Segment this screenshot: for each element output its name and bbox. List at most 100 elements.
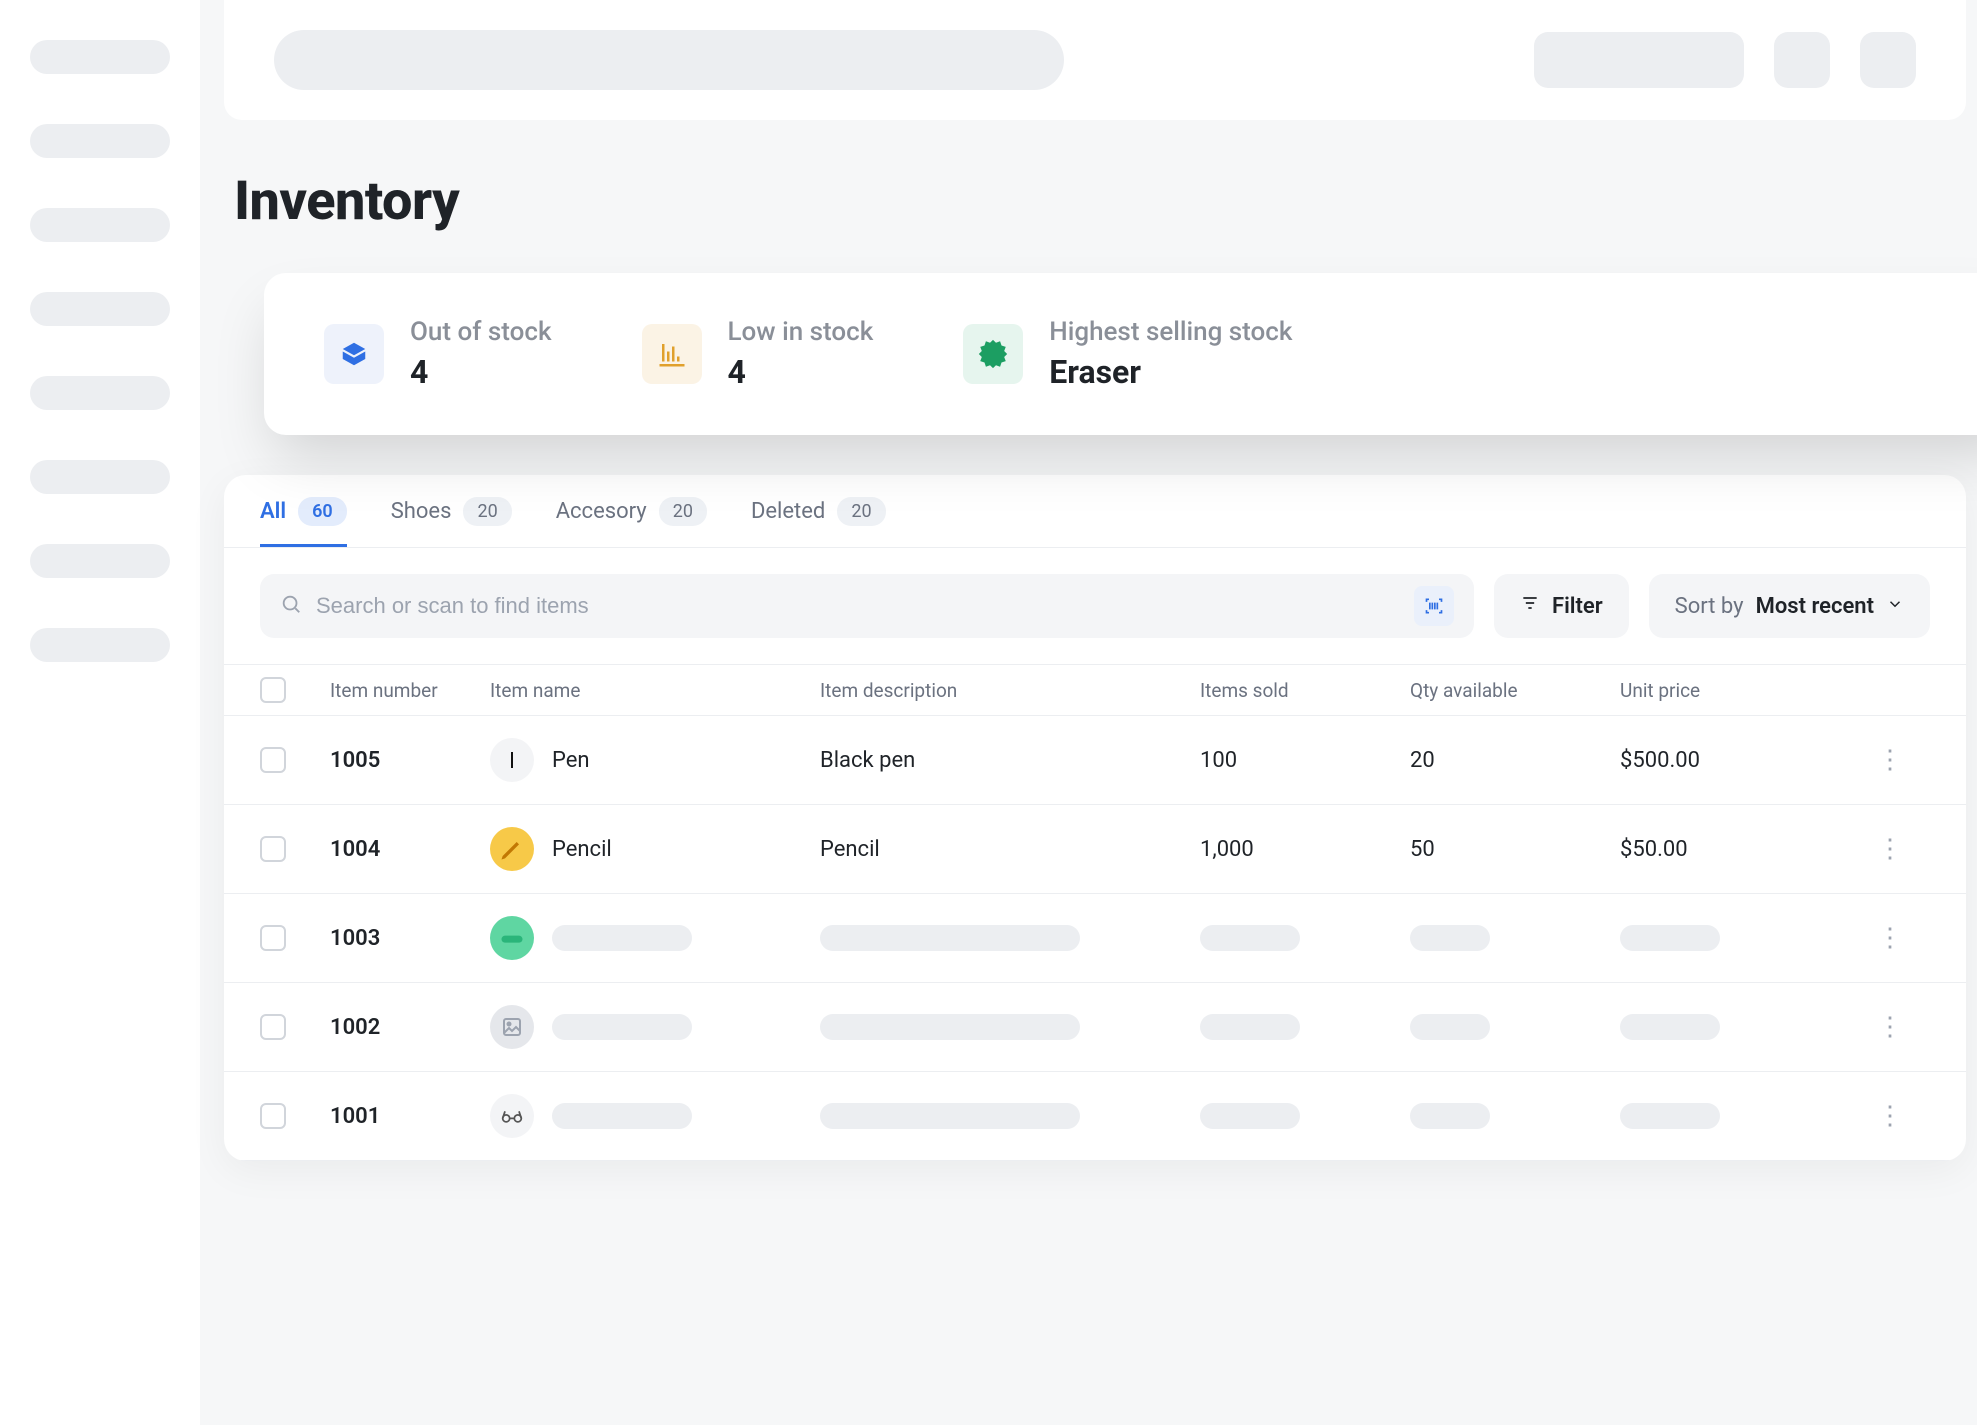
cell-items-sold: 100 [1200, 748, 1400, 773]
hot-badge-icon [963, 324, 1023, 384]
topbar [224, 0, 1966, 120]
filter-icon [1520, 593, 1540, 619]
tab-shoes[interactable]: Shoes 20 [391, 497, 512, 547]
tabs: All 60 Shoes 20 Accesory 20 Deleted 20 [224, 475, 1966, 548]
skeleton [820, 925, 1080, 951]
tab-all[interactable]: All 60 [260, 497, 347, 547]
box-icon [324, 324, 384, 384]
table-row[interactable]: 1001 ⋮ [224, 1072, 1966, 1161]
cell-item-name: Pen [490, 738, 810, 782]
trend-down-icon [642, 324, 702, 384]
cell-item-description [820, 1014, 1190, 1040]
sort-value: Most recent [1756, 594, 1874, 619]
cell-qty-available: 20 [1410, 748, 1610, 773]
item-name-text: Pen [552, 748, 590, 773]
item-thumbnail [490, 827, 534, 871]
filter-label: Filter [1552, 594, 1603, 619]
row-actions-menu[interactable]: ⋮ [1850, 1101, 1930, 1131]
summary-out-of-stock[interactable]: Out of stock 4 [324, 317, 552, 391]
table-row[interactable]: 1003⋮ [224, 894, 1966, 983]
filter-button[interactable]: Filter [1494, 574, 1629, 638]
row-checkbox[interactable] [260, 1103, 286, 1129]
topbar-search-skeleton [274, 30, 1064, 90]
row-checkbox[interactable] [260, 1014, 286, 1040]
cell-qty-available [1410, 1103, 1610, 1129]
row-actions-menu[interactable]: ⋮ [1850, 923, 1930, 953]
cell-items-sold: 1,000 [1200, 837, 1400, 862]
tab-accessory[interactable]: Accesory 20 [556, 497, 707, 547]
cell-unit-price [1620, 925, 1840, 951]
tab-label: All [260, 499, 286, 524]
row-checkbox[interactable] [260, 836, 286, 862]
topbar-icon-skeleton [1860, 32, 1916, 88]
barcode-scan-icon[interactable] [1414, 586, 1454, 626]
skeleton [1410, 925, 1490, 951]
cell-unit-price [1620, 1103, 1840, 1129]
row-actions-menu[interactable]: ⋮ [1850, 745, 1930, 775]
cell-item-number: 1001 [330, 1104, 480, 1129]
search-field-wrap[interactable] [260, 574, 1474, 638]
cell-item-number: 1005 [330, 748, 480, 773]
search-input[interactable] [316, 593, 1400, 619]
app-frame: Inventory Out of stock 4 Low in stock 4 [0, 0, 1977, 1425]
row-checkbox[interactable] [260, 925, 286, 951]
skeleton [1410, 1014, 1490, 1040]
sort-label: Sort by [1675, 594, 1744, 619]
sidebar-item-skeleton [30, 292, 170, 326]
item-thumbnail [490, 738, 534, 782]
skeleton [552, 1103, 692, 1129]
page-title: Inventory [234, 170, 1956, 233]
skeleton [1410, 1103, 1490, 1129]
cell-item-name [490, 916, 810, 960]
main-content: Inventory Out of stock 4 Low in stock 4 [200, 0, 1977, 1425]
table-header: Item number Item name Item description I… [224, 664, 1966, 716]
select-all-checkbox[interactable] [260, 677, 286, 703]
summary-value: 4 [728, 353, 874, 391]
skeleton [1620, 925, 1720, 951]
topbar-button-skeleton [1534, 32, 1744, 88]
row-actions-menu[interactable]: ⋮ [1850, 834, 1930, 864]
sidebar-item-skeleton [30, 124, 170, 158]
chevron-down-icon [1886, 594, 1904, 619]
summary-low-stock[interactable]: Low in stock 4 [642, 317, 874, 391]
summary-value: Eraser [1049, 353, 1292, 391]
cell-items-sold [1200, 1014, 1400, 1040]
col-unit-price: Unit price [1620, 679, 1840, 702]
sort-dropdown[interactable]: Sort by Most recent [1649, 574, 1930, 638]
cell-unit-price: $50.00 [1620, 837, 1840, 862]
sidebar-item-skeleton [30, 376, 170, 410]
tab-label: Shoes [391, 499, 452, 524]
cell-item-name [490, 1094, 810, 1138]
cell-item-name [490, 1005, 810, 1049]
skeleton [552, 1014, 692, 1040]
cell-item-description: Black pen [820, 748, 1190, 773]
col-qty-available: Qty available [1410, 679, 1610, 702]
cell-item-description [820, 925, 1190, 951]
cell-qty-available [1410, 1014, 1610, 1040]
tab-count: 20 [659, 497, 707, 526]
tab-count: 20 [463, 497, 511, 526]
table-row[interactable]: 1005 Pen Black pen 100 20 $500.00 ⋮ [224, 716, 1966, 805]
search-icon [280, 593, 302, 619]
table-row[interactable]: 1002⋮ [224, 983, 1966, 1072]
cell-unit-price: $500.00 [1620, 748, 1840, 773]
cell-unit-price [1620, 1014, 1840, 1040]
skeleton [820, 1103, 1080, 1129]
item-name-text: Pencil [552, 837, 612, 862]
item-thumbnail [490, 916, 534, 960]
table-row[interactable]: 1004PencilPencil1,00050$50.00⋮ [224, 805, 1966, 894]
skeleton [1200, 925, 1300, 951]
tab-count: 20 [837, 497, 885, 526]
cell-item-description [820, 1103, 1190, 1129]
row-checkbox[interactable] [260, 747, 286, 773]
sidebar-item-skeleton [30, 544, 170, 578]
inventory-table-card: All 60 Shoes 20 Accesory 20 Deleted 20 [224, 475, 1966, 1161]
tab-count: 60 [298, 497, 347, 526]
skeleton [1200, 1103, 1300, 1129]
tab-deleted[interactable]: Deleted 20 [751, 497, 886, 547]
summary-highest-selling[interactable]: Highest selling stock Eraser [963, 317, 1292, 391]
skeleton [552, 925, 692, 951]
cell-items-sold [1200, 925, 1400, 951]
summary-label: Low in stock [728, 317, 874, 347]
row-actions-menu[interactable]: ⋮ [1850, 1012, 1930, 1042]
